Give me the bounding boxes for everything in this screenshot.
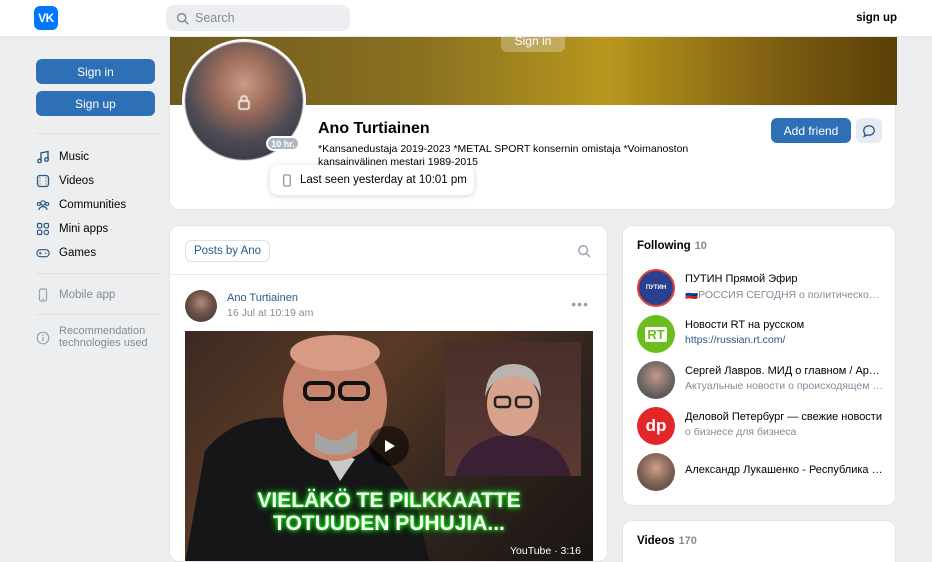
- videos-count: 170: [678, 535, 697, 547]
- post-author-avatar[interactable]: [185, 290, 217, 322]
- sidebar-item-label: Videos: [59, 175, 94, 187]
- sidebar-divider: [36, 133, 159, 134]
- search-icon: [176, 12, 189, 25]
- top-bar: VK Search sign up: [0, 0, 932, 37]
- following-item[interactable]: ПУТИН ПУТИН Прямой Эфир 🇷🇺РОССИЯ СЕГОДНЯ…: [637, 269, 887, 309]
- info-icon: [36, 331, 50, 345]
- add-friend-button[interactable]: Add friend: [771, 118, 851, 143]
- following-title: Following: [637, 240, 691, 252]
- sidebar-item-mini-apps[interactable]: Mini apps: [36, 219, 108, 239]
- profile-name: Ano Turtiainen: [318, 120, 430, 137]
- sidebar-item-label: Games: [59, 247, 97, 259]
- following-item[interactable]: Александр Лукашенко - Республика Беларус…: [637, 453, 887, 493]
- sidebar-divider: [36, 273, 159, 274]
- sidebar-divider: [36, 314, 159, 315]
- search-placeholder: Search: [195, 11, 235, 25]
- following-count: 10: [694, 240, 707, 252]
- following-item-title: Деловой Петербург — свежие новости: [685, 411, 882, 423]
- following-item[interactable]: Сергей Лавров. МИД о главном / Архив Акт…: [637, 361, 887, 401]
- following-item-subtitle: https://russian.rt.com/: [685, 334, 786, 346]
- following-avatar: dp: [637, 407, 675, 445]
- sign-in-button[interactable]: Sign in: [36, 59, 155, 84]
- video-title-line1: VIELÄKÖ TE PILKKAATTE: [257, 489, 521, 512]
- following-item-title: ПУТИН Прямой Эфир: [685, 273, 798, 285]
- message-button[interactable]: [856, 118, 882, 143]
- music-icon: [36, 150, 50, 164]
- search-icon[interactable]: [577, 244, 591, 258]
- divider: [170, 274, 607, 275]
- sign-up-button[interactable]: Sign up: [36, 91, 155, 116]
- following-card: Following 10 ПУТИН ПУТИН Прямой Эфир 🇷🇺РО…: [622, 225, 896, 506]
- mini-apps-icon: [36, 222, 50, 236]
- sidebar-item-games[interactable]: Games: [36, 243, 96, 263]
- following-item-subtitle: о бизнесе для бизнеса: [685, 426, 797, 438]
- video-meta: YouTube · 3:16: [509, 545, 581, 557]
- sidebar-item-label: Communities: [59, 199, 127, 211]
- videos-title: Videos: [637, 535, 675, 547]
- communities-icon: [36, 198, 50, 212]
- last-seen-text: Last seen yesterday at 10:01 pm: [300, 174, 467, 186]
- sidebar-item-communities[interactable]: Communities: [36, 195, 126, 215]
- sidebar-item-mobile-app[interactable]: Mobile app: [36, 285, 115, 305]
- following-item-subtitle: Актуальные новости о происходящем в мире: [685, 380, 883, 392]
- vk-logo[interactable]: VK: [34, 6, 58, 30]
- post-date[interactable]: 16 Jul at 10:19 am: [227, 307, 313, 319]
- sidebar-item-label: Music: [59, 151, 90, 163]
- sidebar-item-music[interactable]: Music: [36, 147, 89, 167]
- video-inset-image: [445, 342, 581, 476]
- video-title-line2: TOTUUDEN PUHUJIA...: [273, 512, 505, 535]
- header-sign-up-link[interactable]: sign up: [856, 12, 897, 24]
- sidebar-item-videos[interactable]: Videos: [36, 171, 94, 191]
- video-icon: [36, 174, 50, 188]
- play-icon: [385, 440, 395, 452]
- phone-icon: [283, 173, 291, 187]
- sidebar-item-label: Mobile app: [59, 289, 116, 301]
- videos-header[interactable]: Videos 170: [637, 535, 697, 547]
- lock-icon: [238, 95, 250, 110]
- video-thumbnail[interactable]: VIELÄKÖ TE PILKKAATTE TOTUUDEN PUHUJIA..…: [185, 331, 593, 561]
- phone-icon: [36, 288, 50, 302]
- message-icon: [863, 124, 875, 138]
- sidebar-item-recommendation[interactable]: Recommendation technologies used: [36, 325, 148, 351]
- recommendation-label-line2: technologies used: [59, 337, 148, 349]
- search-input[interactable]: Search: [166, 5, 350, 31]
- following-item-title: Новости RT на русском: [685, 319, 805, 331]
- following-avatar: [637, 453, 675, 491]
- tab-posts-by-owner[interactable]: Posts by Ano: [185, 240, 270, 262]
- last-seen-tooltip: Last seen yesterday at 10:01 pm: [270, 165, 474, 195]
- following-avatar: [637, 361, 675, 399]
- videos-card: Videos 170: [622, 520, 896, 562]
- rt-logo: RT: [645, 326, 667, 342]
- following-avatar: ПУТИН: [637, 269, 675, 307]
- posts-card: Posts by Ano Ano Turtiainen 16 Jul at 10…: [169, 225, 608, 562]
- online-time-badge: 10 hr.: [266, 136, 300, 151]
- following-item-title: Сергей Лавров. МИД о главном / Архив: [685, 365, 883, 377]
- following-item-title: Александр Лукашенко - Республика Беларус…: [685, 464, 883, 476]
- gamepad-icon: [36, 246, 50, 260]
- cover-sign-in-button[interactable]: Sign in: [501, 29, 565, 52]
- post-author-name[interactable]: Ano Turtiainen: [227, 292, 298, 304]
- profile-card: Sign in 10 hr. Ano Turtiainen *Kansanedu…: [169, 29, 897, 210]
- following-header[interactable]: Following 10: [637, 240, 707, 252]
- recommendation-label-line1: Recommendation: [59, 325, 146, 337]
- video-title-overlay: VIELÄKÖ TE PILKKAATTE TOTUUDEN PUHUJIA..…: [185, 489, 593, 535]
- following-item-subtitle: 🇷🇺РОССИЯ СЕГОДНЯ о политической жизни: [685, 289, 883, 301]
- play-button[interactable]: [369, 426, 409, 466]
- sidebar-item-label: Mini apps: [59, 223, 109, 235]
- following-avatar: RT: [637, 315, 675, 353]
- more-options-icon[interactable]: •••: [571, 296, 589, 312]
- following-item[interactable]: RT Новости RT на русском https://russian…: [637, 315, 887, 355]
- following-item[interactable]: dp Деловой Петербург — свежие новости о …: [637, 407, 887, 447]
